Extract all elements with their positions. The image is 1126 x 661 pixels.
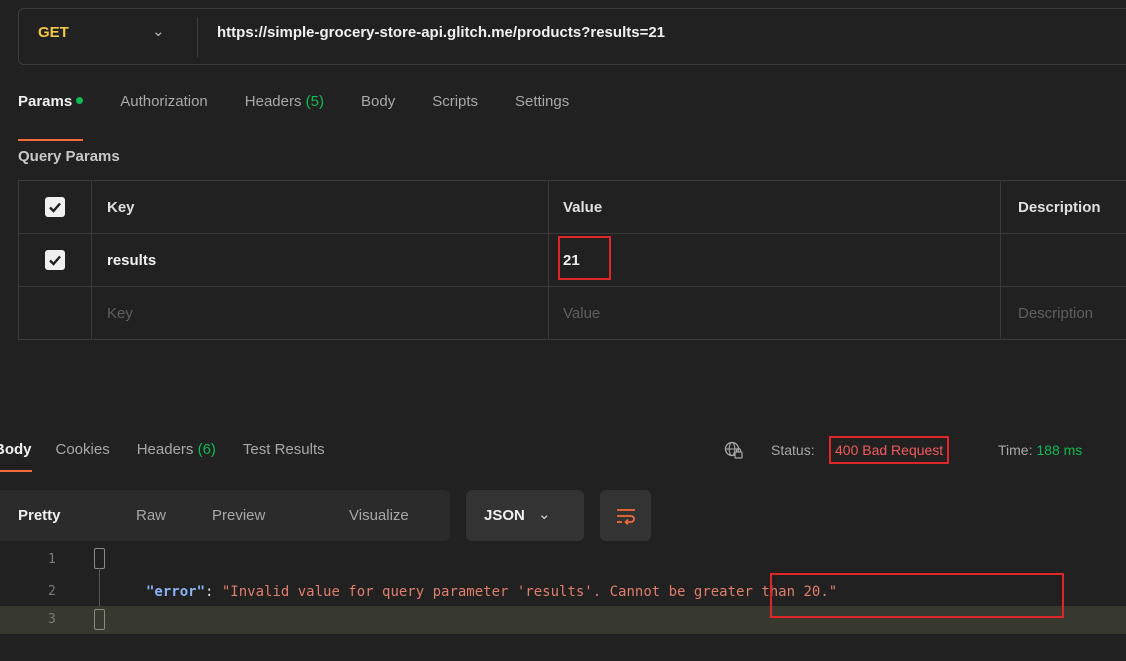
response-headers-count: (6) [197,441,216,458]
chevron-down-icon[interactable]: ⌄ [152,22,165,40]
request-tabs: Params Authorization Headers (5) Body Sc… [18,93,606,141]
param-value-field[interactable]: 21 [548,234,1000,286]
error-json-line: "error": "Invalid value for query parame… [146,584,838,600]
column-key: Key [91,181,548,233]
params-active-dot [76,97,84,104]
view-raw[interactable]: Raw [136,507,166,524]
url-divider [197,17,198,57]
wrap-lines-button[interactable] [600,490,651,541]
network-globe-icon[interactable] [724,441,744,461]
column-value: Value [548,181,1000,233]
error-message-highlight-box [770,573,1064,618]
column-description: Description [1000,181,1126,233]
tab-settings[interactable]: Settings [515,93,569,129]
status-badge: 400 Bad Request [829,436,950,464]
response-tabs: Body Cookies Headers (6) Test Results [0,441,352,472]
new-description-field[interactable]: Description [1000,287,1126,339]
view-pretty[interactable]: Pretty [18,507,61,524]
select-all-checkbox[interactable] [45,197,65,217]
line-number: 3 [48,612,56,627]
brace-fold-marker[interactable] [94,609,105,630]
brace-fold-marker[interactable] [94,548,105,569]
tab-headers[interactable]: Headers (5) [245,93,324,129]
table-row-empty: Key Value Description [18,287,1126,340]
value-highlight-box [558,236,611,280]
wrap-lines-icon [616,508,635,525]
tab-test-results[interactable]: Test Results [243,441,325,458]
query-params-title: Query Params [18,148,120,165]
status-label: Status: [771,442,815,458]
table-header-row: Key Value Description [18,181,1126,234]
param-description-field[interactable] [1000,234,1126,286]
view-preview[interactable]: Preview [212,507,265,524]
chevron-down-icon: ⌄ [538,506,551,523]
tab-response-body[interactable]: Body [0,441,32,472]
code-line: 1 [0,546,1126,574]
param-enabled-checkbox[interactable] [45,250,65,270]
param-key-field[interactable]: results [91,234,548,286]
tab-params[interactable]: Params [18,93,84,141]
tab-body[interactable]: Body [361,93,395,129]
request-url-bar: GET ⌄ https://simple-grocery-store-api.g… [18,8,1126,65]
line-number: 2 [48,584,56,599]
headers-count: (5) [305,93,324,110]
tab-response-headers[interactable]: Headers (6) [137,441,216,458]
tab-authorization[interactable]: Authorization [120,93,208,129]
response-time: Time: 188 ms [998,442,1083,458]
checkmark-icon [49,202,61,213]
line-number: 1 [48,552,56,567]
format-selector[interactable]: JSON ⌄ [466,490,584,541]
tab-cookies[interactable]: Cookies [56,441,110,458]
tab-scripts[interactable]: Scripts [432,93,478,129]
view-visualize[interactable]: Visualize [349,507,409,524]
url-input[interactable]: https://simple-grocery-store-api.glitch.… [217,24,665,41]
new-key-field[interactable]: Key [91,287,548,339]
new-value-field[interactable]: Value [548,287,1000,339]
view-mode-bar: Pretty Raw Preview Visualize [0,490,450,541]
checkmark-icon [49,255,61,266]
http-method-selector[interactable]: GET [38,24,69,41]
